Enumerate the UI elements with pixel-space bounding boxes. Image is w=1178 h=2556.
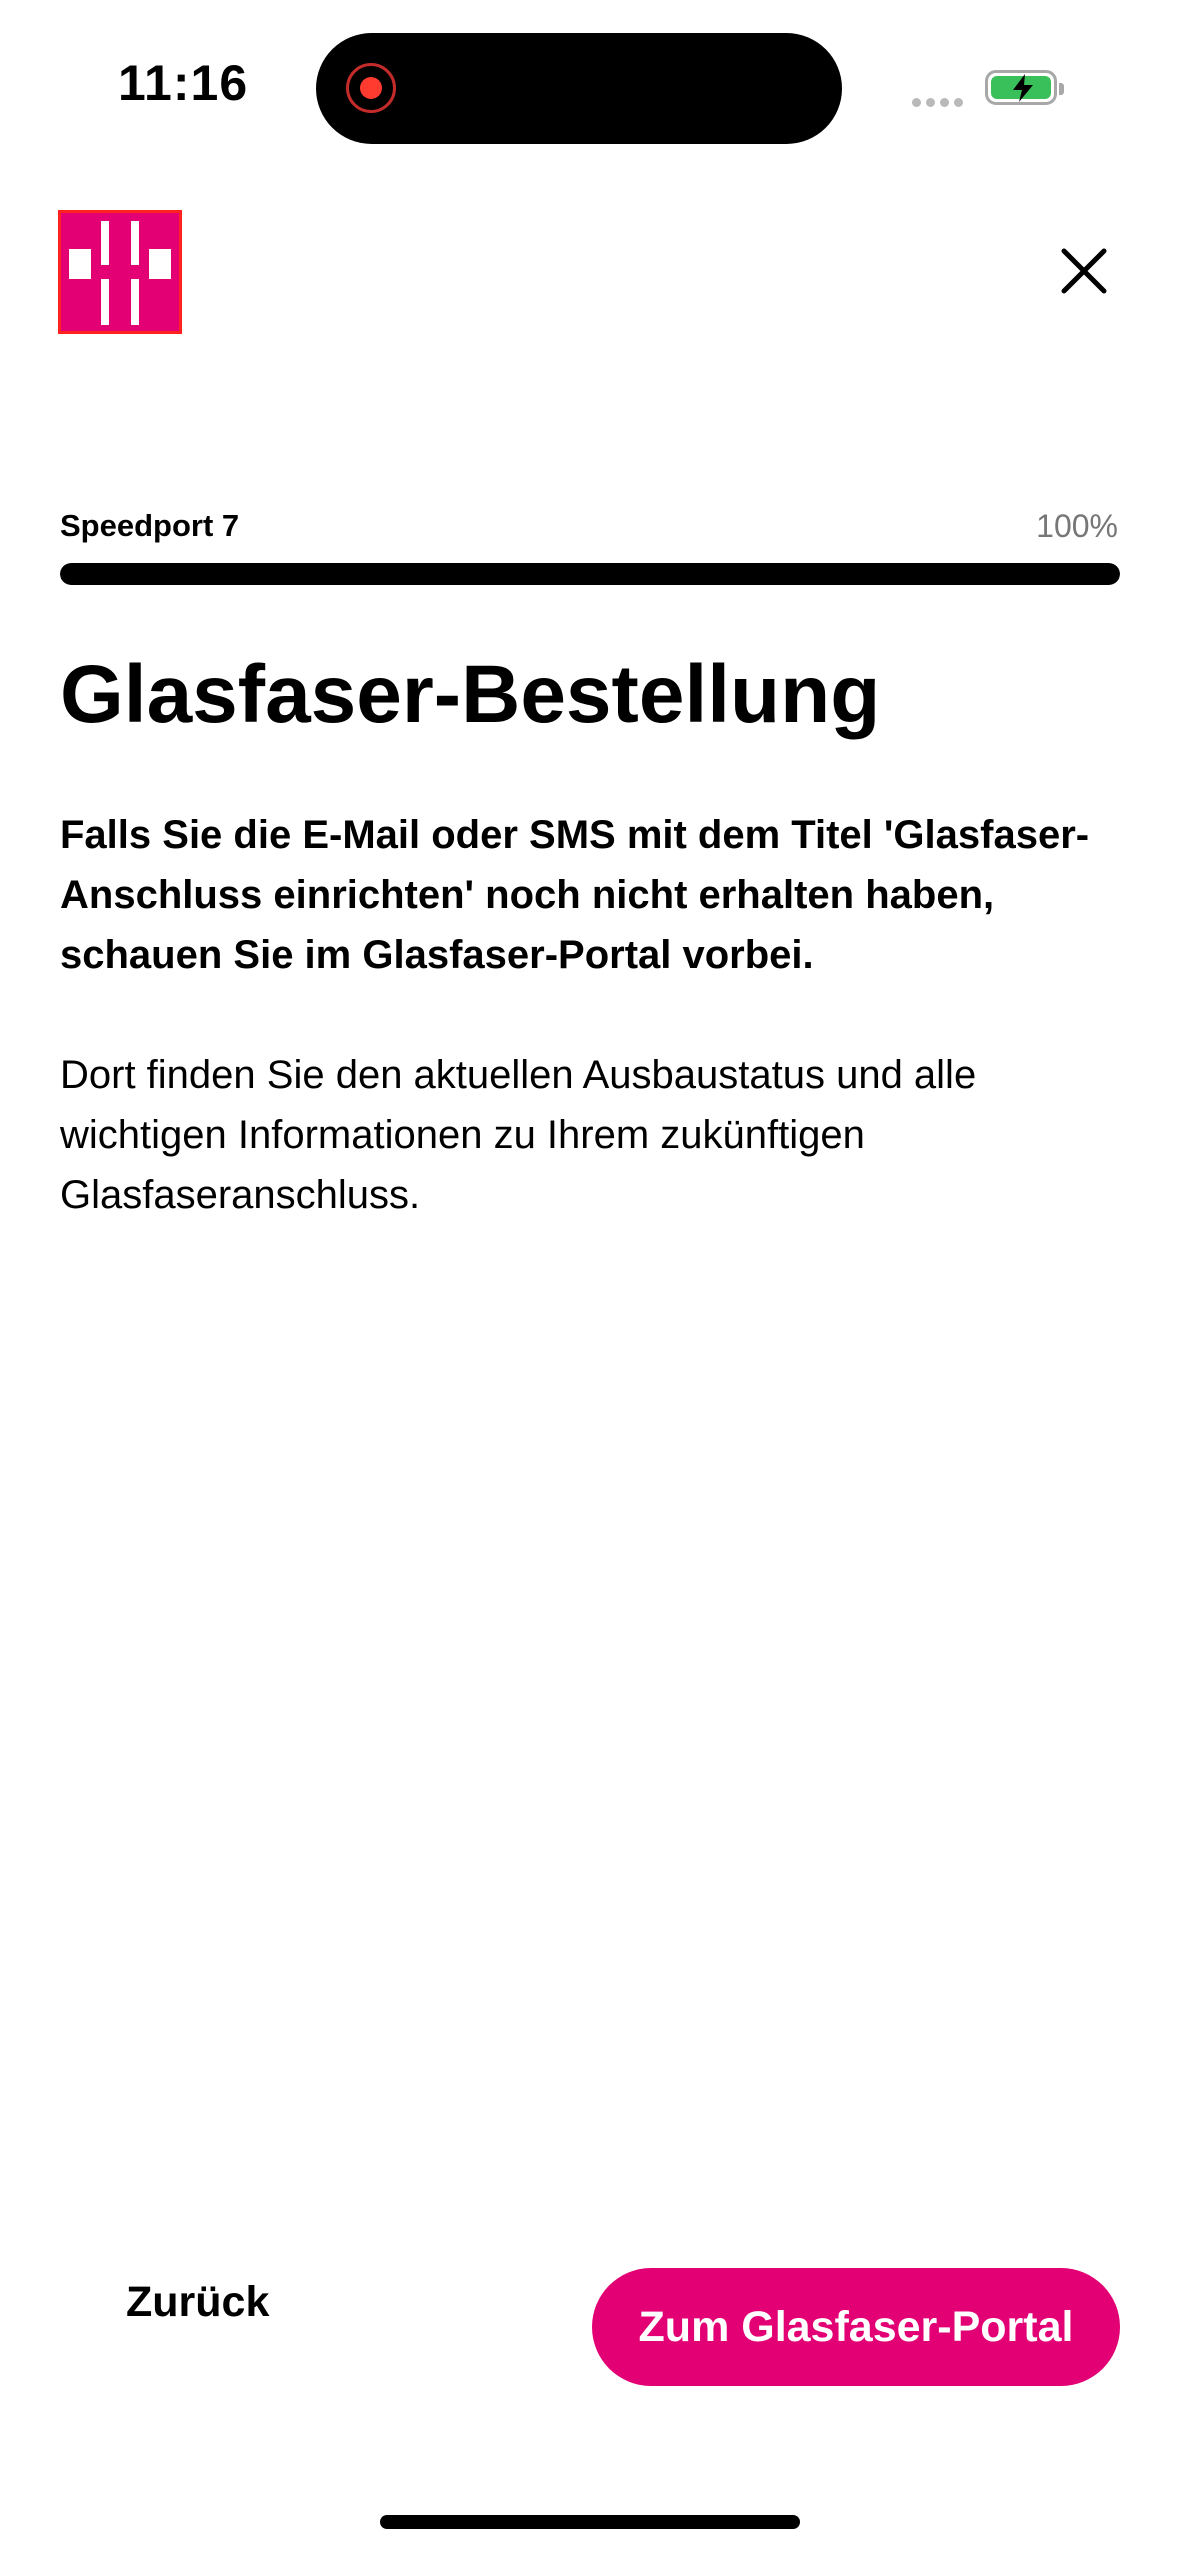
info-paragraph-bold: Falls Sie die E-Mail oder SMS mit dem Ti… [60,813,1090,977]
battery-icon [985,70,1064,105]
home-indicator [380,2515,800,2529]
close-button[interactable] [1058,245,1110,297]
progress-bar [60,563,1120,585]
info-paragraph: Dort finden Sie den aktuellen Ausbaustat… [60,1053,977,1217]
page-title: Glasfaser-Bestellung [60,649,881,740]
status-time: 11:16 [118,55,249,111]
signal-icon [912,94,968,112]
dynamic-island [316,33,842,144]
progress-label: Speedport 7 [60,508,240,543]
progress-bar-fill [60,563,1120,585]
recording-icon [346,63,396,113]
telekom-logo-icon [58,210,182,334]
glasfaser-portal-button[interactable]: Zum Glasfaser-Portal [592,2268,1120,2386]
close-icon [1061,248,1107,294]
progress-value: 100% [1036,508,1118,544]
back-button[interactable]: Zurück [98,2268,297,2337]
